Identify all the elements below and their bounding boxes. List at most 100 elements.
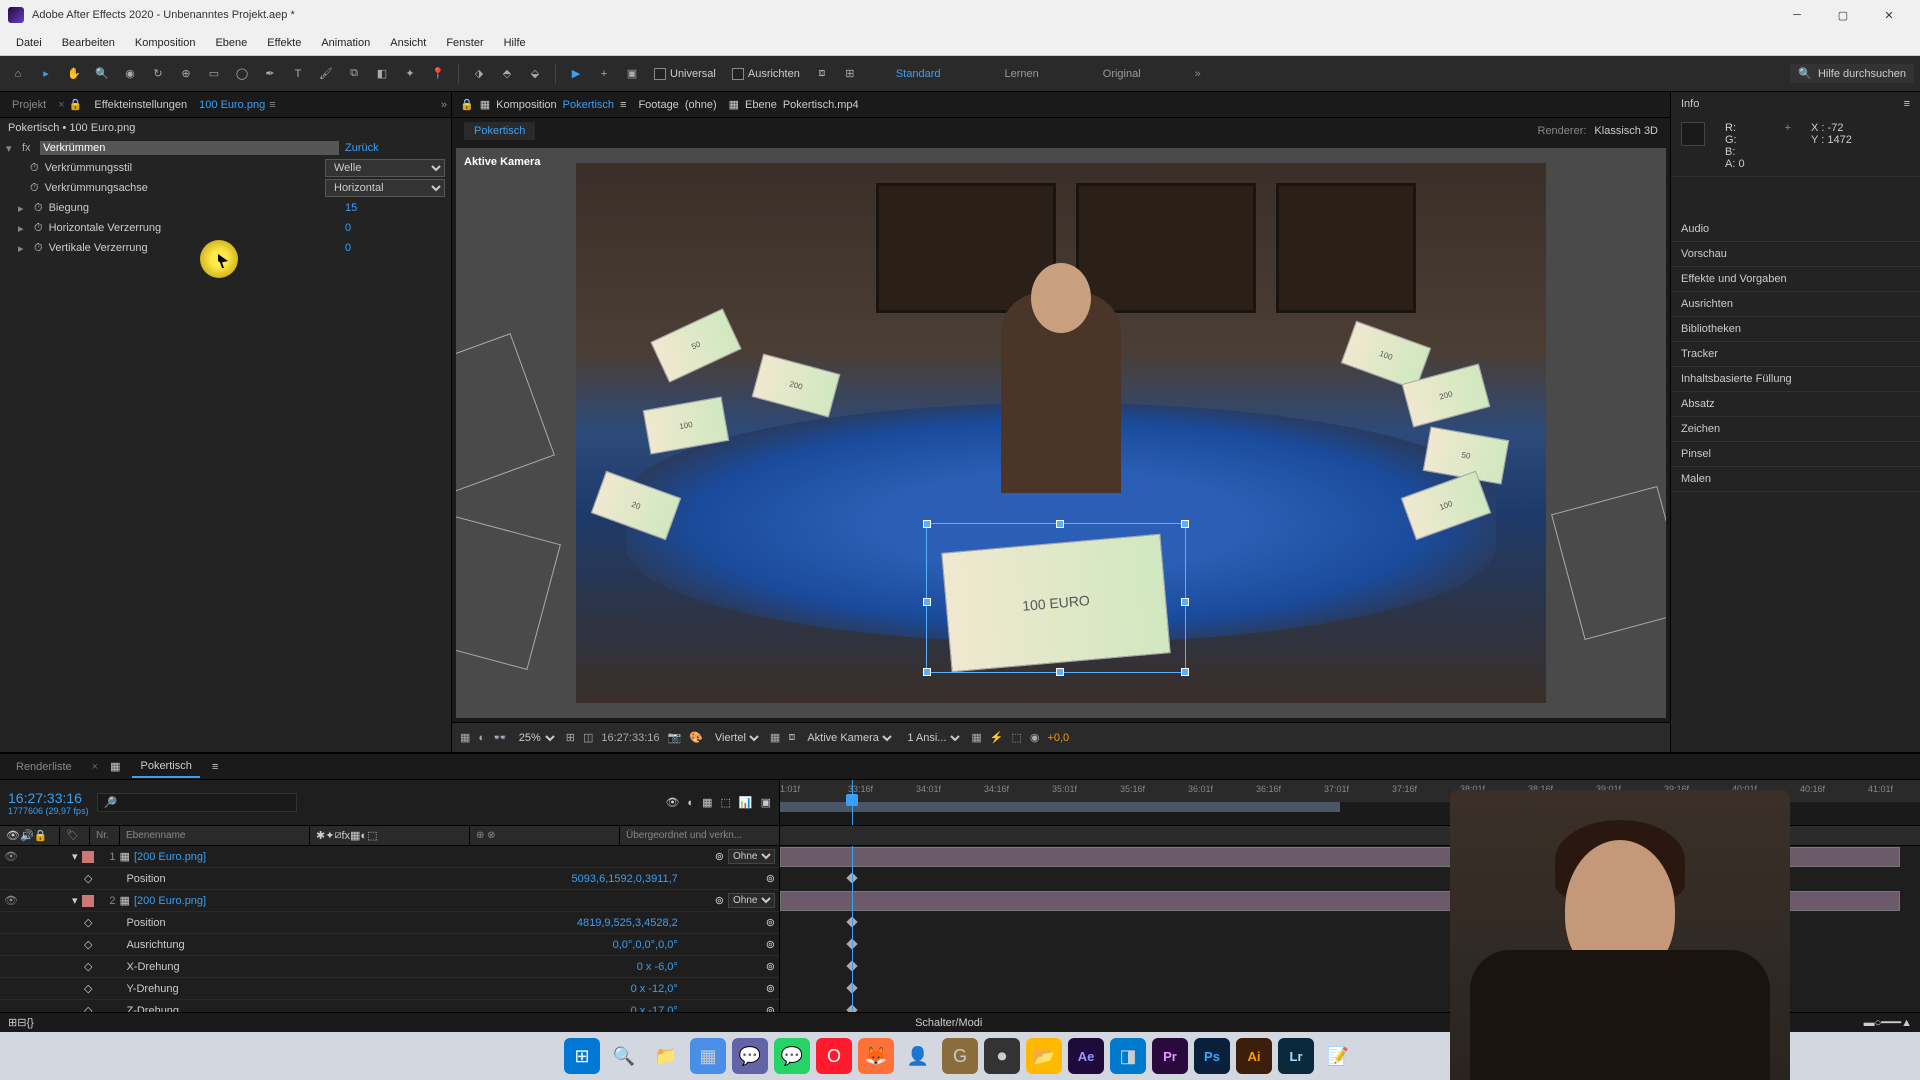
hdist-value[interactable]: 0 bbox=[345, 222, 445, 234]
taskbar-opera-icon[interactable]: O bbox=[816, 1038, 852, 1074]
mask-icon[interactable]: ◐ bbox=[478, 732, 485, 744]
warp-style-select[interactable]: Welle bbox=[325, 159, 445, 177]
label-color[interactable] bbox=[82, 895, 94, 907]
expand-icon[interactable]: ▸ bbox=[18, 242, 28, 255]
world-axis-icon[interactable]: ⬘ bbox=[495, 62, 519, 86]
col-nr[interactable]: Nr. bbox=[90, 826, 120, 845]
roto-tool-icon[interactable]: ✦ bbox=[398, 62, 422, 86]
workspace-lernen[interactable]: Lernen bbox=[1005, 68, 1039, 80]
workspace-more-icon[interactable]: » bbox=[1195, 68, 1201, 80]
rect-tool-icon[interactable]: ▭ bbox=[202, 62, 226, 86]
menu-hilfe[interactable]: Hilfe bbox=[494, 33, 536, 53]
tab-layer-label[interactable]: Ebene bbox=[745, 99, 777, 111]
zoom-out-icon[interactable]: ▬ bbox=[1864, 1017, 1875, 1029]
close-button[interactable]: ✕ bbox=[1866, 0, 1912, 30]
transparency-icon[interactable]: ▦ bbox=[770, 731, 780, 744]
label-color[interactable] bbox=[82, 851, 94, 863]
zoom-slider[interactable]: ○━━━ bbox=[1875, 1016, 1902, 1029]
tab-project[interactable]: Projekt bbox=[4, 95, 54, 115]
taskbar-ae-icon[interactable]: Ae bbox=[1068, 1038, 1104, 1074]
taskbar-lr-icon[interactable]: Lr bbox=[1278, 1038, 1314, 1074]
clone-tool-icon[interactable]: ⧉ bbox=[342, 62, 366, 86]
layer-name[interactable]: [200 Euro.png] bbox=[134, 851, 206, 863]
fx-icon[interactable]: fx bbox=[22, 142, 34, 154]
overlay-icon[interactable]: ▣ bbox=[761, 796, 771, 809]
layer-name[interactable]: [200 Euro.png] bbox=[134, 895, 206, 907]
exposure-value[interactable]: +0,0 bbox=[1047, 732, 1069, 744]
timecode[interactable]: 16:27:33:16 bbox=[601, 732, 659, 744]
rotate-tool-icon[interactable]: ↻ bbox=[146, 62, 170, 86]
expand-icon[interactable]: ▸ bbox=[18, 222, 28, 235]
minimize-button[interactable]: ─ bbox=[1774, 0, 1820, 30]
workspace-standard[interactable]: Standard bbox=[896, 68, 941, 80]
panel-content-aware[interactable]: Inhaltsbasierte Füllung bbox=[1671, 367, 1920, 391]
local-axis-icon[interactable]: ⬗ bbox=[467, 62, 491, 86]
stopwatch-icon[interactable]: ⏱ bbox=[30, 162, 39, 175]
selection-tool-icon[interactable]: ▸ bbox=[34, 62, 58, 86]
taskbar-pr-icon[interactable]: Pr bbox=[1152, 1038, 1188, 1074]
resolution-select[interactable]: Viertel bbox=[711, 731, 762, 745]
taskbar-whatsapp-icon[interactable]: 💬 bbox=[774, 1038, 810, 1074]
expand-icon[interactable]: ▾ bbox=[6, 142, 16, 155]
toggle-modes-icon[interactable]: ⊟ bbox=[17, 1016, 26, 1029]
play-icon[interactable]: ▶ bbox=[564, 62, 588, 86]
panel-menu-icon[interactable]: ≡ bbox=[1904, 98, 1910, 110]
text-tool-icon[interactable]: T bbox=[286, 62, 310, 86]
taskbar-files-icon[interactable]: 📂 bbox=[1026, 1038, 1062, 1074]
visibility-toggle[interactable]: 👁 bbox=[4, 850, 18, 863]
taskbar-app-icon[interactable]: 👤 bbox=[900, 1038, 936, 1074]
prop-position[interactable]: Position bbox=[96, 873, 165, 885]
view-axis-icon[interactable]: ⬙ bbox=[523, 62, 547, 86]
warp-axis-select[interactable]: Horizontal bbox=[325, 179, 445, 197]
fast-icon[interactable]: ⚡ bbox=[990, 731, 1004, 744]
panel-zeichen[interactable]: Zeichen bbox=[1671, 417, 1920, 441]
taskbar-ai-icon[interactable]: Ai bbox=[1236, 1038, 1272, 1074]
eraser-tool-icon[interactable]: ◧ bbox=[370, 62, 394, 86]
stopwatch-icon[interactable]: ⏱ bbox=[30, 182, 39, 195]
composition-viewport[interactable]: Aktive Kamera 50 200 100 20 100 200 50 1… bbox=[456, 148, 1666, 718]
safe-icon[interactable]: ◫ bbox=[583, 731, 593, 744]
panel-vorschau[interactable]: Vorschau bbox=[1671, 242, 1920, 266]
frame-blend-icon[interactable]: ▦ bbox=[702, 796, 712, 809]
panel-tracker[interactable]: Tracker bbox=[1671, 342, 1920, 366]
tab-composition-label[interactable]: Komposition bbox=[496, 99, 557, 111]
current-timecode[interactable]: 16:27:33:16 bbox=[8, 790, 89, 806]
views-select[interactable]: 1 Ansi... bbox=[903, 731, 963, 745]
renderer-value[interactable]: Klassisch 3D bbox=[1594, 125, 1658, 137]
menu-fenster[interactable]: Fenster bbox=[436, 33, 493, 53]
tab-renderliste[interactable]: Renderliste bbox=[8, 757, 80, 777]
taskbar-gimp-icon[interactable]: G bbox=[942, 1038, 978, 1074]
parent-select[interactable]: Ohne bbox=[728, 893, 775, 908]
snap-checkbox[interactable] bbox=[654, 68, 666, 80]
menu-bearbeiten[interactable]: Bearbeiten bbox=[52, 33, 125, 53]
menu-effekte[interactable]: Effekte bbox=[257, 33, 311, 53]
menu-komposition[interactable]: Komposition bbox=[125, 33, 206, 53]
parent-select[interactable]: Ohne bbox=[728, 849, 775, 864]
info-panel-title[interactable]: Info bbox=[1681, 98, 1699, 110]
stopwatch-icon[interactable]: ⏱ bbox=[34, 222, 43, 235]
taskbar-windows-icon[interactable]: ⊞ bbox=[564, 1038, 600, 1074]
panel-pinsel[interactable]: Pinsel bbox=[1671, 442, 1920, 466]
align-checkbox[interactable] bbox=[732, 68, 744, 80]
pan-behind-tool-icon[interactable]: ⊕ bbox=[174, 62, 198, 86]
3d-icon[interactable]: ⬚ bbox=[1011, 731, 1021, 744]
guides-icon[interactable]: ⊞ bbox=[566, 731, 575, 744]
magnet-icon[interactable]: ⧈ bbox=[810, 62, 834, 86]
lock-icon[interactable]: 🔒 bbox=[69, 98, 83, 111]
tab-footage-label[interactable]: Footage bbox=[638, 99, 678, 111]
zoom-in-icon[interactable]: ▲ bbox=[1901, 1017, 1912, 1029]
comp-name-link[interactable]: Pokertisch bbox=[563, 99, 614, 111]
snapshot-icon[interactable]: 📷 bbox=[668, 731, 682, 744]
menu-datei[interactable]: Datei bbox=[6, 33, 52, 53]
hand-tool-icon[interactable]: ✋ bbox=[62, 62, 86, 86]
brackets-icon[interactable]: {} bbox=[26, 1017, 33, 1029]
orbit-tool-icon[interactable]: ◉ bbox=[118, 62, 142, 86]
visibility-toggle[interactable]: 👁 bbox=[4, 894, 18, 907]
panel-overflow-icon[interactable]: » bbox=[441, 99, 447, 111]
expand-icon[interactable]: ▾ bbox=[72, 850, 78, 863]
taskbar-firefox-icon[interactable]: 🦊 bbox=[858, 1038, 894, 1074]
zoom-tool-icon[interactable]: 🔍 bbox=[90, 62, 114, 86]
puppet-tool-icon[interactable]: 📍 bbox=[426, 62, 450, 86]
menu-ebene[interactable]: Ebene bbox=[205, 33, 257, 53]
alpha-icon[interactable]: ▦ bbox=[460, 731, 470, 744]
